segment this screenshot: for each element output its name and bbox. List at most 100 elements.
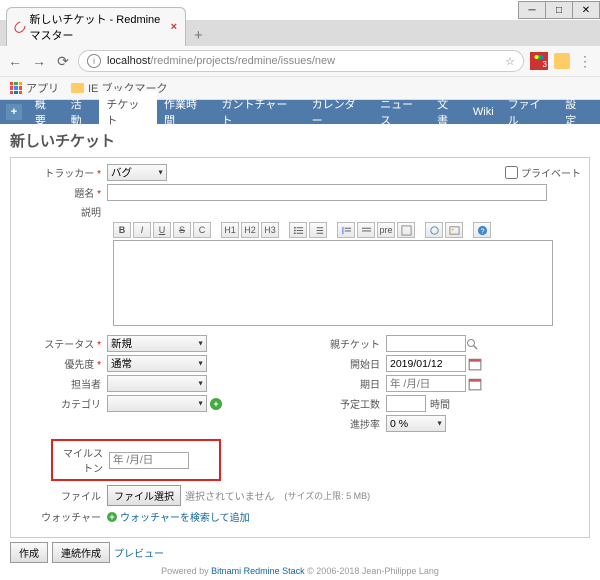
watchers-row: ウォッチャー +ウォッチャーを検索して追加: [19, 509, 581, 524]
pre-button[interactable]: pre: [377, 222, 395, 238]
estimated-label: 予定工数: [306, 396, 386, 411]
status-label: ステータス *: [19, 336, 107, 351]
tab-news[interactable]: ニュース: [373, 91, 430, 133]
tab-wiki[interactable]: Wiki: [466, 101, 501, 123]
italic-button[interactable]: I: [133, 222, 151, 238]
left-column: ステータス *新規 優先度 *通常 担当者 カテゴリ +: [19, 335, 294, 435]
strike-button[interactable]: S: [173, 222, 191, 238]
site-info-icon[interactable]: i: [87, 54, 101, 68]
calendar-icon[interactable]: [468, 377, 482, 391]
private-checkbox[interactable]: プライベート: [505, 165, 581, 180]
footer: Powered by Bitnami Redmine Stack © 2006-…: [10, 566, 590, 576]
files-row: ファイル ファイル選択 選択されていません (サイズの上限: 5 MB): [19, 485, 581, 506]
estimated-input[interactable]: [386, 395, 426, 412]
tab-close-icon[interactable]: ×: [171, 21, 177, 33]
description-row: 説明: [19, 204, 581, 219]
add-category-icon[interactable]: +: [210, 398, 222, 410]
parent-input[interactable]: [386, 335, 466, 352]
due-date-input[interactable]: [386, 375, 466, 392]
quote-button[interactable]: [337, 222, 355, 238]
project-menu: + 概要 活動 チケット 作業時間 ガントチャート カレンダー ニュース 文書 …: [0, 100, 600, 124]
private-checkbox-input[interactable]: [505, 166, 518, 179]
extension-icon[interactable]: 3: [530, 52, 548, 70]
code-button[interactable]: C: [193, 222, 211, 238]
bold-button[interactable]: B: [113, 222, 131, 238]
address-row: ← → ⟳ i localhost/redmine/projects/redmi…: [0, 46, 600, 76]
help-button[interactable]: ?: [473, 222, 491, 238]
unquote-button[interactable]: [357, 222, 375, 238]
tracker-label: トラッカー *: [19, 165, 107, 180]
description-textarea[interactable]: [113, 240, 553, 326]
browser-chrome: ─ □ ✕ 新しいチケット - Redmineマスター × + ← → ⟳ i …: [0, 0, 600, 100]
tab-gantt[interactable]: ガントチャート: [215, 91, 305, 133]
profile-icon[interactable]: [554, 53, 570, 69]
tab-files[interactable]: ファイル: [501, 91, 559, 133]
create-continue-button[interactable]: 連続作成: [52, 542, 110, 563]
ul-button[interactable]: [289, 222, 307, 238]
maximize-button[interactable]: □: [545, 1, 573, 19]
priority-select[interactable]: 通常: [107, 355, 207, 372]
window-controls: ─ □ ✕: [519, 1, 600, 19]
tab-issues[interactable]: チケット: [99, 91, 157, 133]
redmine-favicon-icon: [12, 19, 27, 34]
h2-button[interactable]: H2: [241, 222, 259, 238]
plus-icon: +: [107, 512, 117, 522]
new-tab-button[interactable]: +: [186, 25, 211, 46]
due-date-label: 期日: [306, 376, 386, 391]
back-button[interactable]: ←: [6, 52, 24, 70]
form-actions: 作成 連続作成 プレビュー: [10, 542, 590, 563]
bookmark-star-icon[interactable]: ☆: [505, 55, 515, 68]
milestone-input[interactable]: [109, 452, 189, 469]
h3-button[interactable]: H3: [261, 222, 279, 238]
done-ratio-select[interactable]: 0 %: [386, 415, 446, 432]
tab-title: 新しいチケット - Redmineマスター: [30, 11, 161, 43]
tracker-select[interactable]: バグ: [107, 164, 167, 181]
right-column: 親チケット 開始日 期日 予定工数 時間 進捗率0 %: [306, 335, 581, 435]
tab-activity[interactable]: 活動: [64, 91, 100, 133]
page-title: 新しいチケット: [10, 130, 590, 151]
reload-button[interactable]: ⟳: [54, 52, 72, 70]
start-date-input[interactable]: [386, 355, 466, 372]
footer-copyright: © 2006-2018 Jean-Philippe Lang: [305, 566, 439, 576]
category-select[interactable]: [107, 395, 207, 412]
add-watcher-text: ウォッチャーを検索して追加: [120, 509, 250, 524]
search-parent-icon[interactable]: [466, 338, 478, 350]
browser-tab[interactable]: 新しいチケット - Redmineマスター ×: [6, 7, 186, 46]
description-label: 説明: [19, 204, 107, 219]
link-button[interactable]: [425, 222, 443, 238]
parent-label: 親チケット: [306, 336, 386, 351]
h1-button[interactable]: H1: [221, 222, 239, 238]
status-select[interactable]: 新規: [107, 335, 207, 352]
close-window-button[interactable]: ✕: [572, 1, 600, 19]
footer-link[interactable]: Bitnami Redmine Stack: [211, 566, 305, 576]
tab-overview[interactable]: 概要: [28, 91, 64, 133]
watchers-label: ウォッチャー: [19, 509, 107, 524]
calendar-icon[interactable]: [468, 357, 482, 371]
subject-label: 題名 *: [19, 185, 107, 200]
image-button[interactable]: [445, 222, 463, 238]
create-button[interactable]: 作成: [10, 542, 48, 563]
browser-menu-icon[interactable]: ⋮: [576, 52, 594, 70]
new-item-button[interactable]: +: [6, 104, 22, 120]
ol-button[interactable]: [309, 222, 327, 238]
tab-calendar[interactable]: カレンダー: [305, 91, 373, 133]
svg-text:?: ?: [480, 226, 484, 235]
tabs-row: 新しいチケット - Redmineマスター × +: [0, 20, 600, 46]
priority-label: 優先度 *: [19, 356, 107, 371]
minimize-button[interactable]: ─: [518, 1, 546, 19]
underline-button[interactable]: U: [153, 222, 171, 238]
address-bar[interactable]: i localhost/redmine/projects/redmine/iss…: [78, 50, 524, 72]
tab-time[interactable]: 作業時間: [157, 91, 215, 133]
codeblock-button[interactable]: [397, 222, 415, 238]
forward-button[interactable]: →: [30, 52, 48, 70]
tab-settings[interactable]: 設定: [558, 91, 594, 133]
assignee-select[interactable]: [107, 375, 207, 392]
issue-form: トラッカー * バグ プライベート 題名 * 説明 B I U S C: [10, 157, 590, 538]
tab-documents[interactable]: 文書: [430, 91, 466, 133]
file-none-text: 選択されていません: [185, 488, 274, 503]
preview-link[interactable]: プレビュー: [114, 545, 164, 560]
add-watcher-link[interactable]: +ウォッチャーを検索して追加: [107, 509, 250, 524]
file-limit-text: (サイズの上限: 5 MB): [284, 489, 370, 502]
choose-file-button[interactable]: ファイル選択: [107, 485, 181, 506]
subject-input[interactable]: [107, 184, 547, 201]
